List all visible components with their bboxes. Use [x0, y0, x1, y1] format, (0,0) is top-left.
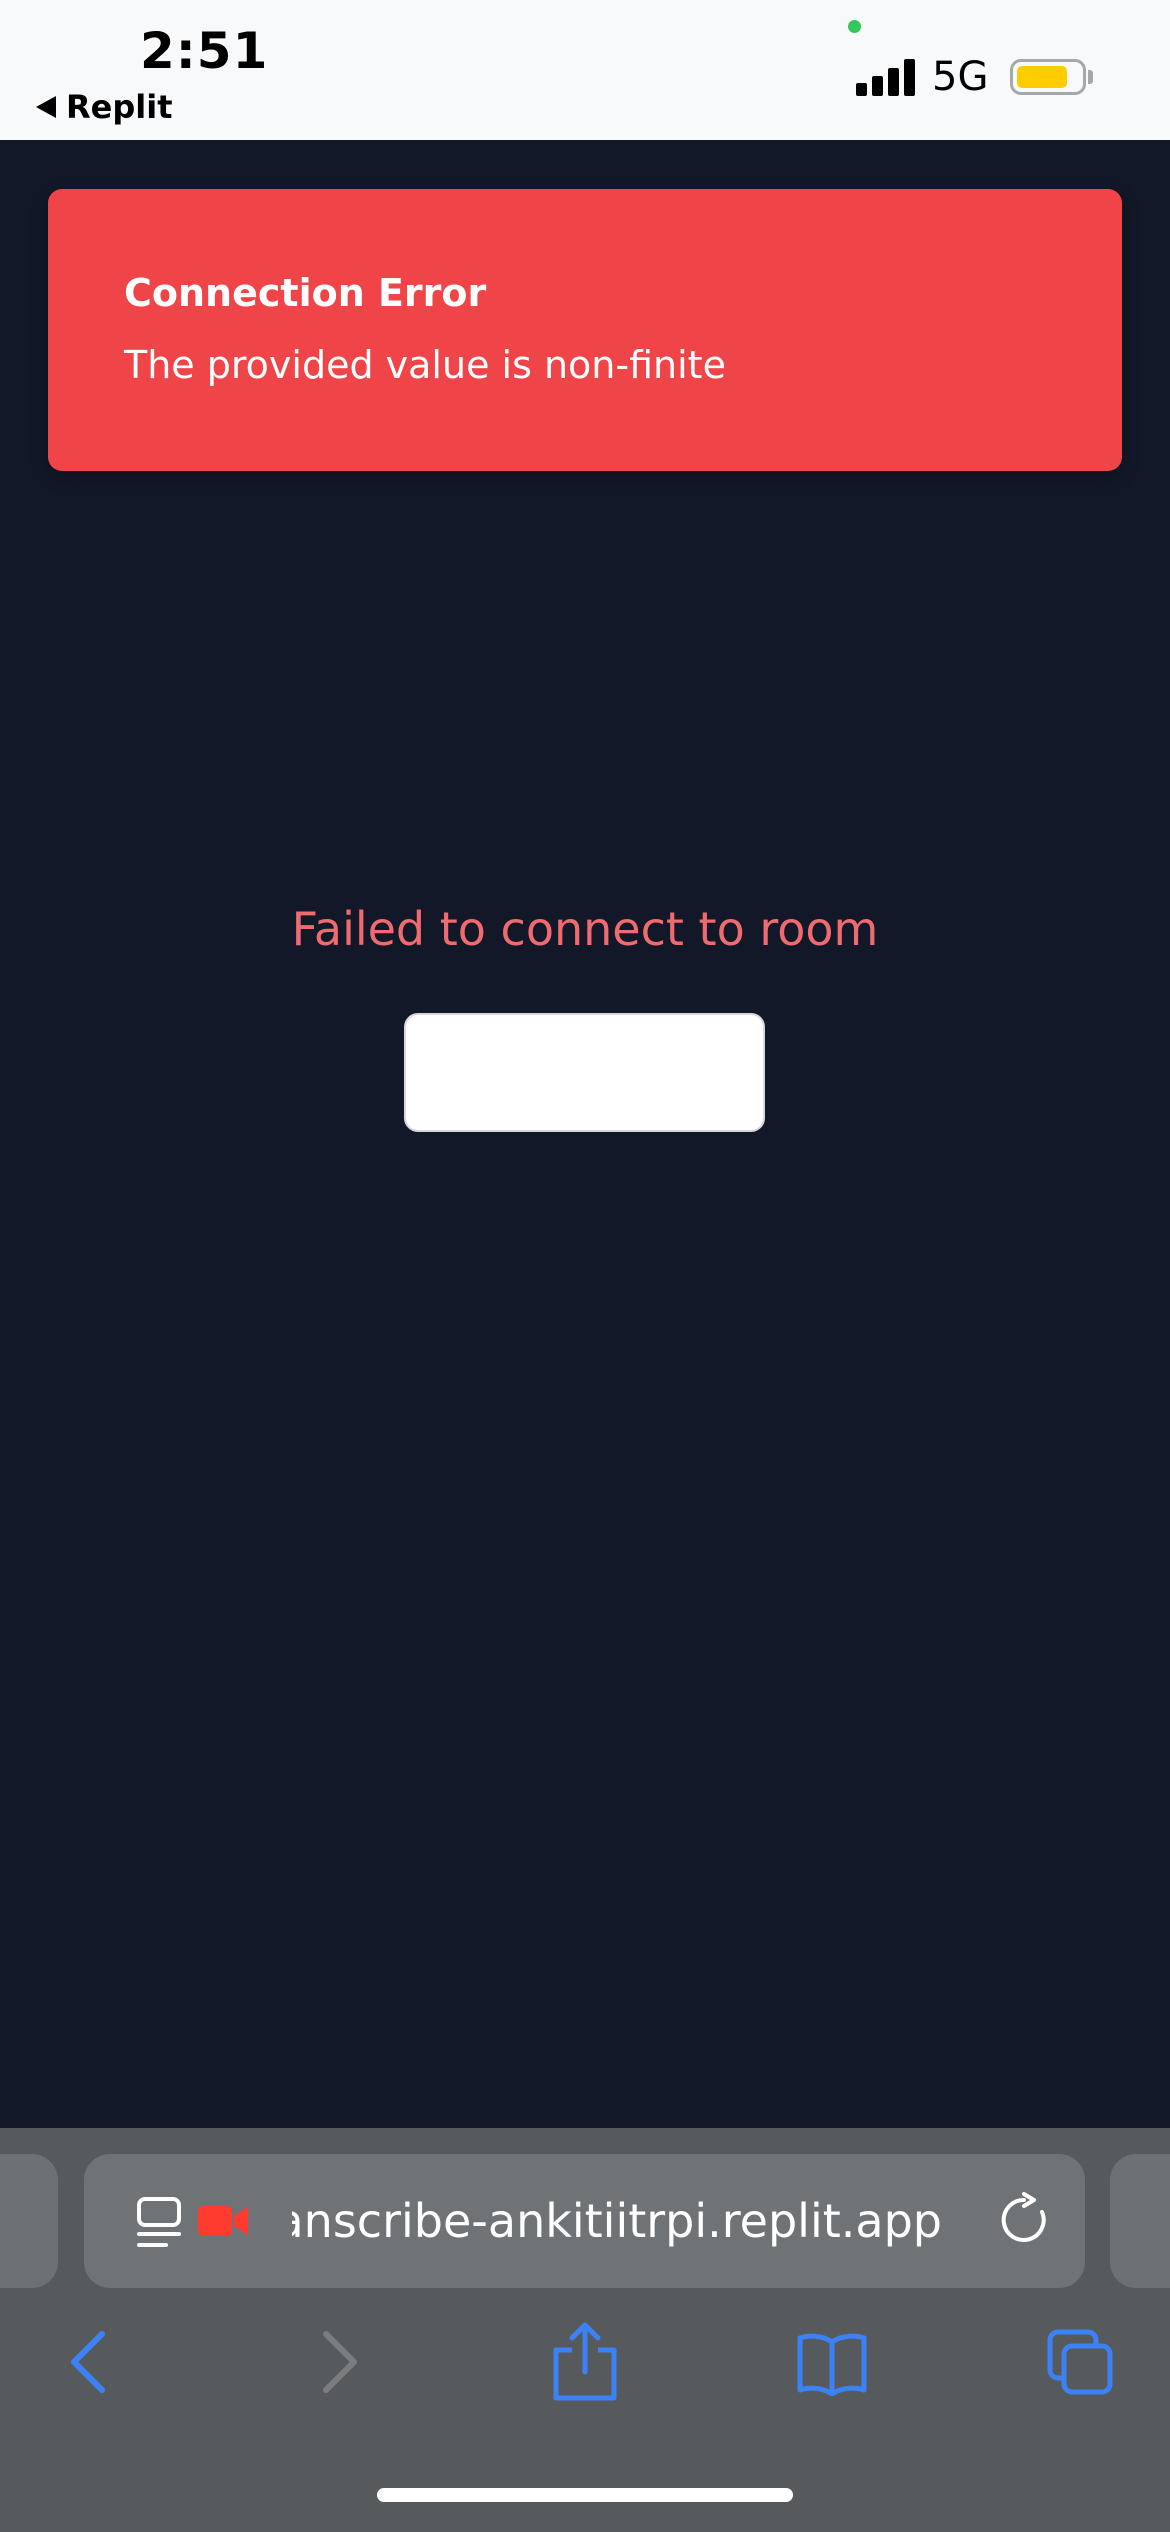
forward-icon[interactable]: [318, 2330, 362, 2394]
network-type: 5G: [932, 54, 989, 100]
reader-icon[interactable]: [136, 2196, 182, 2250]
tabs-icon[interactable]: [1046, 2328, 1116, 2398]
next-tab-peek[interactable]: [1110, 2154, 1170, 2288]
address-bar[interactable]: anscribe-ankitiitrpi.replit.app: [84, 2154, 1085, 2288]
bookmarks-icon[interactable]: [796, 2332, 868, 2396]
battery-icon: [1010, 59, 1086, 95]
battery-cap: [1088, 70, 1093, 84]
back-to-app-link[interactable]: Replit: [36, 88, 172, 126]
previous-tab-peek[interactable]: [0, 2154, 58, 2288]
browser-bottom-bar: anscribe-ankitiitrpi.replit.app: [0, 2128, 1170, 2532]
back-app-label: Replit: [66, 88, 173, 126]
status-time: 2:51: [140, 22, 269, 80]
error-title: Connection Error: [124, 271, 487, 315]
cellular-signal-icon: [856, 58, 916, 96]
share-icon[interactable]: [550, 2320, 620, 2402]
back-triangle-icon: [36, 96, 56, 118]
reload-icon[interactable]: [996, 2192, 1052, 2248]
camera-indicator-dot: [848, 20, 861, 33]
home-indicator[interactable]: [377, 2488, 793, 2502]
status-bar: 2:51 Replit 5G: [0, 0, 1170, 140]
connection-status-message: Failed to connect to room: [291, 902, 879, 956]
camera-recording-icon: [198, 2206, 248, 2236]
url-text[interactable]: anscribe-ankitiitrpi.replit.app: [292, 2194, 942, 2248]
error-toast[interactable]: Connection Error The provided value is n…: [48, 189, 1122, 471]
back-icon[interactable]: [66, 2330, 110, 2394]
error-message: The provided value is non-finite: [124, 343, 726, 387]
battery-level: [1017, 66, 1067, 88]
retry-button[interactable]: [404, 1013, 765, 1132]
